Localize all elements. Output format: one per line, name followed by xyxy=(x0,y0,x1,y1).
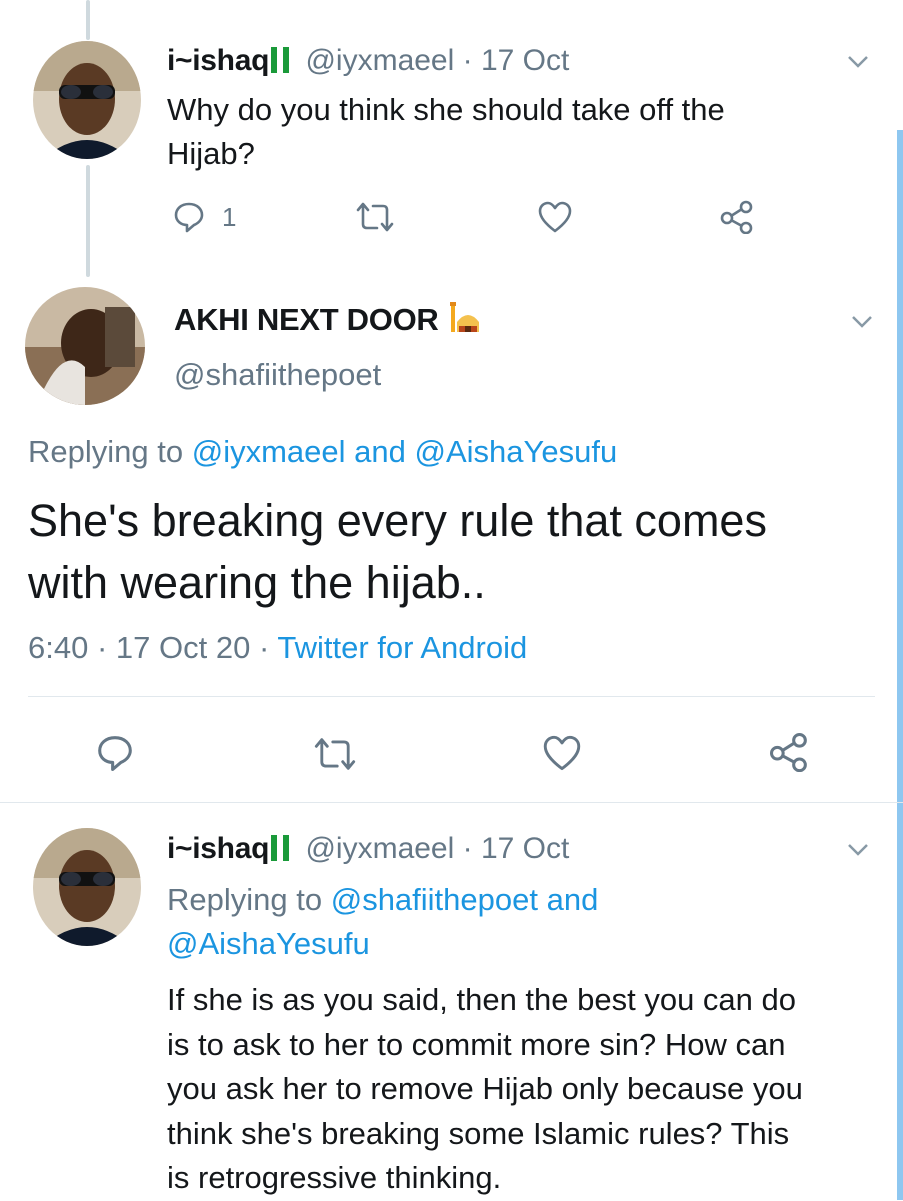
tweet3-text-line: you ask her to remove Hijab only because… xyxy=(167,1071,803,1106)
thread-line-top xyxy=(86,0,90,40)
tweet3-replying-to: Replying to @shafiithepoet and @AishaYes… xyxy=(167,878,598,966)
chevron-down-icon[interactable] xyxy=(847,843,869,857)
retweet-icon[interactable] xyxy=(313,735,357,773)
tweet3-text-line: think she's breaking some Islamic rules?… xyxy=(167,1115,790,1151)
tweet2-meta: 6:40 · 17 Oct 20 · Twitter for Android xyxy=(28,630,527,666)
thread-line-middle xyxy=(86,165,90,277)
replying-prefix: Replying to xyxy=(167,882,323,917)
tweet2-time: 6:40 xyxy=(28,630,89,665)
tweet2-date: 17 Oct 20 xyxy=(115,630,251,665)
tweet2-name-row: AKHI NEXT DOOR xyxy=(174,300,483,338)
mention-link[interactable]: @AishaYesufu xyxy=(415,434,618,469)
tweet1-text: Why do you think she should take off the… xyxy=(167,88,725,176)
scrollbar[interactable] xyxy=(897,130,903,1200)
tweet1-text-line: Hijab? xyxy=(167,136,255,171)
tweet3-text: If she is as you said, then the best you… xyxy=(167,978,803,1201)
mention-link[interactable]: @shafiithepoet xyxy=(331,882,538,917)
mention-link[interactable]: @iyxmaeel xyxy=(192,434,346,469)
chevron-down-icon[interactable] xyxy=(847,55,869,69)
tweet3-separator: · xyxy=(462,832,473,865)
tweet2-handle[interactable]: @shafiithepoet xyxy=(174,357,381,393)
tweet3-text-line: is to ask to her to commit more sin? How… xyxy=(167,1026,786,1062)
tweet3-date[interactable]: 17 Oct xyxy=(481,832,569,865)
tweet2-separator: · xyxy=(96,630,108,665)
replying-and[interactable]: and xyxy=(547,882,599,917)
divider xyxy=(28,696,875,697)
retweet-icon[interactable] xyxy=(355,200,395,234)
tweet1-header: i~ishaq @iyxmaeel · 17 Oct xyxy=(167,44,569,78)
tweet2-source[interactable]: Twitter for Android xyxy=(277,630,527,665)
reply-icon[interactable] xyxy=(95,733,135,773)
share-icon[interactable] xyxy=(719,200,755,234)
replying-and[interactable]: and xyxy=(354,434,406,469)
reply-button[interactable]: 1 xyxy=(172,200,236,234)
tweet3-text-line: is retrogressive thinking. xyxy=(167,1160,502,1195)
tweet1-separator: · xyxy=(462,44,473,77)
tweet3-handle[interactable]: @iyxmaeel xyxy=(305,832,454,865)
tweet3-header: i~ishaq @iyxmaeel · 17 Oct xyxy=(167,832,569,866)
share-icon[interactable] xyxy=(768,732,810,772)
tweet1-handle[interactable]: @iyxmaeel xyxy=(305,44,454,77)
heart-icon[interactable] xyxy=(541,734,583,772)
chevron-down-icon[interactable] xyxy=(851,315,873,329)
tweet2-display-name[interactable]: AKHI NEXT DOOR xyxy=(174,302,439,337)
tweet2-text: She's breaking every rule that comes wit… xyxy=(28,490,767,614)
tweet2-separator: · xyxy=(258,630,270,665)
nigeria-flag-icon xyxy=(271,47,291,73)
tweet2-replying-to: Replying to @iyxmaeel and @AishaYesufu xyxy=(28,434,617,470)
reply-count: 1 xyxy=(222,201,237,232)
heart-icon[interactable] xyxy=(537,200,573,234)
tweet2-text-line: She's breaking every rule that comes xyxy=(28,495,767,546)
avatar-akhi[interactable] xyxy=(25,287,145,405)
reply-icon xyxy=(174,202,204,233)
tweet3-text-line: If she is as you said, then the best you… xyxy=(167,982,797,1017)
tweet1-text-line: Why do you think she should take off the xyxy=(167,92,725,127)
mosque-icon xyxy=(449,302,479,332)
tweet1-display-name[interactable]: i~ishaq xyxy=(167,44,269,77)
nigeria-flag-icon xyxy=(271,835,291,861)
avatar-ishaq[interactable] xyxy=(33,828,141,946)
replying-prefix: Replying to xyxy=(28,434,184,469)
avatar-ishaq[interactable] xyxy=(33,41,141,159)
tweet3-display-name[interactable]: i~ishaq xyxy=(167,832,269,865)
tweet1-date[interactable]: 17 Oct xyxy=(481,44,569,77)
divider xyxy=(0,802,903,803)
mention-link[interactable]: @AishaYesufu xyxy=(167,926,370,961)
tweet2-text-line: with wearing the hijab.. xyxy=(28,557,486,608)
